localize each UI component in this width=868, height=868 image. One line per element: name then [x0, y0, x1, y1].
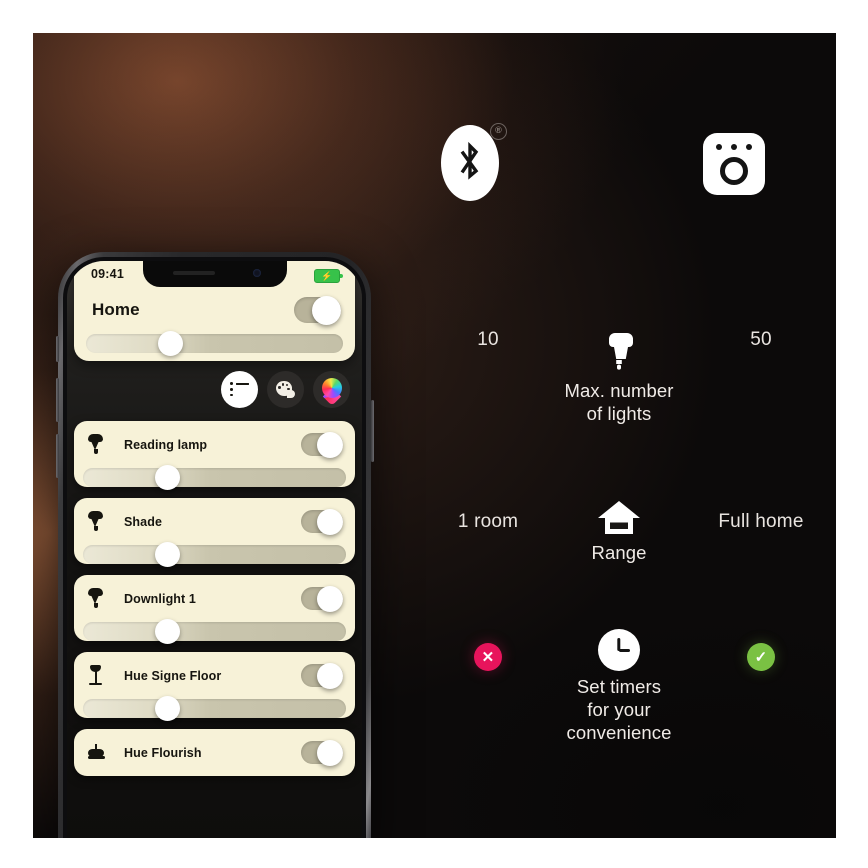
tab-colors[interactable]: [313, 371, 350, 408]
phone-power-button[interactable]: [370, 400, 374, 462]
comparison-left-badge: ✕: [413, 643, 563, 671]
scene: ® 10 Max. number of lights 50 1 room Ran…: [33, 33, 836, 838]
light-brightness-slider[interactable]: [83, 465, 346, 490]
home-range-icon: [549, 491, 689, 537]
bulb-icon: [87, 587, 104, 610]
phone-volume-up-button[interactable]: [55, 378, 59, 422]
bridge-dot: [746, 144, 752, 150]
comparison-center: Range: [549, 491, 689, 564]
bridge-dot: [716, 144, 722, 150]
palette-icon: [276, 381, 295, 398]
light-toggle[interactable]: [301, 508, 343, 535]
home-glyph: [598, 501, 640, 534]
list-icon: [230, 382, 249, 397]
page-title: Home: [92, 300, 140, 319]
light-list: Reading lamp Shade Downlight 1 Hue Signe…: [74, 421, 355, 787]
comparison-caption-line3: convenience: [566, 722, 672, 743]
comparison-caption-line1: Max. number: [564, 380, 674, 401]
phone-screen: 09:41 ⚡ Home Reading lamp Shade Downligh…: [67, 261, 362, 838]
comparison-left-value: 10: [477, 329, 499, 350]
phone-mute-switch[interactable]: [55, 336, 59, 362]
screenshot-canvas: ® 10 Max. number of lights 50 1 room Ran…: [0, 0, 868, 868]
list-item[interactable]: Hue Signe Floor: [74, 652, 355, 721]
light-brightness-slider[interactable]: [83, 619, 346, 644]
cross-icon: ✕: [474, 643, 502, 671]
list-item[interactable]: Shade: [74, 498, 355, 567]
light-name: Hue Flourish: [124, 745, 202, 760]
light-toggle[interactable]: [301, 739, 343, 766]
bridge-dot: [731, 144, 737, 150]
list-item[interactable]: Hue Flourish: [74, 729, 355, 776]
bulb-glyph: [609, 333, 633, 370]
tab-list[interactable]: [221, 371, 258, 408]
comparison-caption-line2: of lights: [586, 403, 652, 424]
home-card: 09:41 ⚡ Home: [74, 261, 355, 361]
home-power-toggle[interactable]: [294, 295, 341, 325]
comparison-right-value: 50: [750, 329, 772, 350]
charging-bolt-icon: ⚡: [321, 271, 333, 281]
comparison-right-value: Full home: [718, 511, 804, 532]
toggle-knob: [312, 295, 341, 325]
light-name: Reading lamp: [124, 437, 208, 452]
battery-charging-icon: ⚡: [314, 269, 343, 283]
tab-bar: [221, 371, 350, 408]
light-name: Shade: [124, 514, 163, 529]
comparison-caption-line1: Set timers: [576, 676, 662, 697]
list-item[interactable]: Reading lamp: [74, 421, 355, 490]
screen-bottom-fade: [67, 792, 362, 838]
tab-scenes[interactable]: [267, 371, 304, 408]
clock-icon: [549, 625, 689, 671]
floor-lamp-icon: [87, 664, 104, 687]
comparison-center: Max. number of lights: [549, 329, 689, 425]
registered-mark-icon: ®: [490, 123, 507, 140]
light-name: Downlight 1: [124, 591, 196, 606]
status-bar: 09:41 ⚡: [74, 266, 355, 286]
top-icon-row: ®: [33, 33, 836, 273]
check-icon: ✓: [747, 643, 775, 671]
comparison-caption-line1: Range: [591, 542, 647, 563]
light-toggle[interactable]: [301, 585, 343, 612]
status-time: 09:41: [91, 267, 124, 281]
light-toggle[interactable]: [301, 662, 343, 689]
bluetooth-glyph: [460, 141, 479, 180]
hue-bridge-icon: [703, 133, 765, 195]
phone-volume-down-button[interactable]: [55, 434, 59, 478]
bulb-icon: [549, 329, 689, 375]
bridge-ring: [720, 157, 748, 185]
color-pin-icon: [321, 377, 342, 406]
pendant-lamp-icon: [87, 742, 105, 764]
list-item[interactable]: Downlight 1: [74, 575, 355, 644]
bluetooth-icon: ®: [437, 121, 515, 205]
comparison-right-badge: ✓: [686, 643, 836, 671]
home-brightness-slider[interactable]: [86, 331, 343, 356]
light-name: Hue Signe Floor: [124, 668, 222, 683]
slider-knob[interactable]: [158, 331, 183, 356]
comparison-caption-line2: for your: [587, 699, 651, 720]
comparison-center: Set timers for your convenience: [549, 625, 689, 744]
comparison-left-value: 1 room: [457, 511, 519, 532]
phone-mockup: 09:41 ⚡ Home Reading lamp Shade Downligh…: [55, 252, 374, 838]
bulb-icon: [87, 510, 104, 533]
clock-glyph: [598, 629, 640, 671]
light-brightness-slider[interactable]: [83, 696, 346, 721]
light-toggle[interactable]: [301, 431, 343, 458]
bulb-icon: [87, 433, 104, 456]
light-brightness-slider[interactable]: [83, 542, 346, 567]
